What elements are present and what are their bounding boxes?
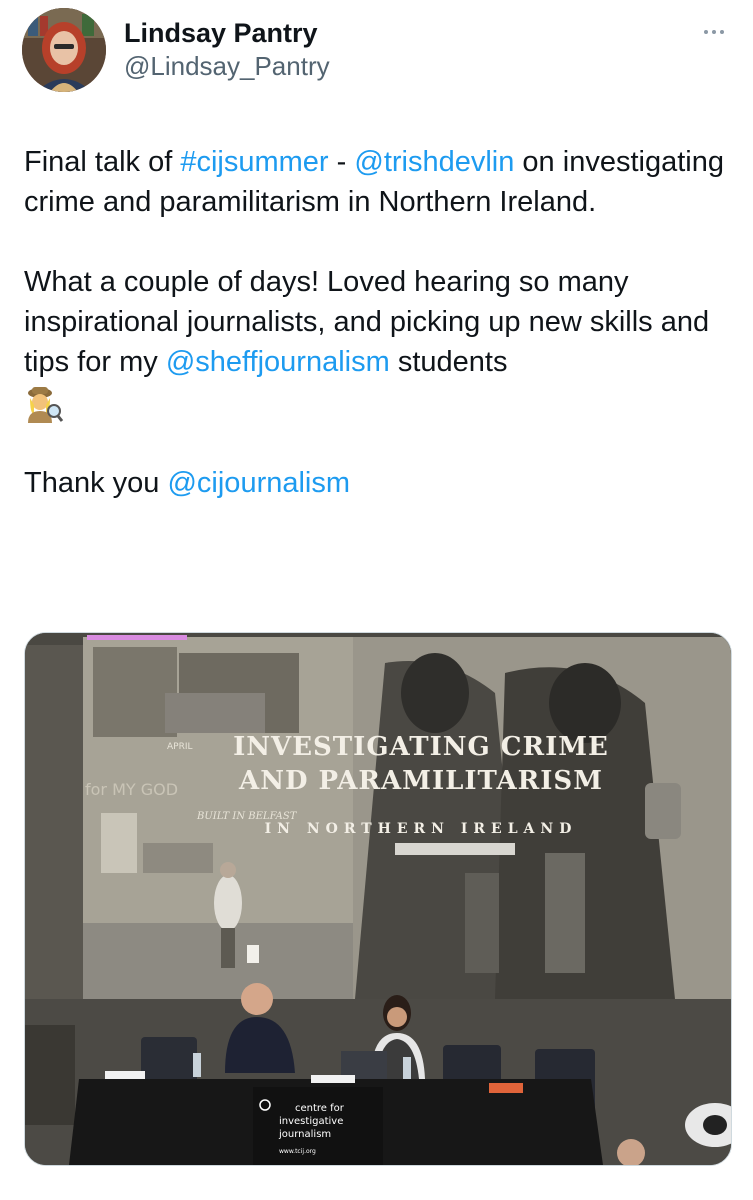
- banner-line-3: journalism: [278, 1129, 331, 1140]
- text-run: Final talk of: [24, 146, 181, 178]
- slide-title-line-1: INVESTIGATING CRIME: [233, 732, 609, 762]
- mention-link-trishdevlin[interactable]: @trishdevlin: [354, 146, 514, 178]
- avatar[interactable]: [22, 8, 106, 92]
- mention-link-cijournalism[interactable]: @cijournalism: [167, 467, 350, 499]
- avatar-image: [22, 8, 106, 92]
- text-run: students: [389, 346, 508, 378]
- banner-url: www.tcij.org: [279, 1148, 316, 1155]
- detective-emoji-icon: [24, 383, 64, 424]
- mural-text-april: APRIL: [167, 742, 193, 752]
- tweet-text: Final talk of #cijsummer - @trishdevlin …: [24, 142, 734, 503]
- author-display-name[interactable]: Lindsay Pantry: [124, 16, 330, 50]
- tweet-paragraph-2: What a couple of days! Loved hearing so …: [24, 262, 734, 424]
- cij-banner: centre for investigative journalism www.…: [253, 1087, 383, 1165]
- more-icon[interactable]: [696, 20, 732, 44]
- slide-subtitle: IN NORTHERN IRELAND: [265, 821, 578, 837]
- tweet-header: Lindsay Pantry @Lindsay_Pantry: [22, 8, 732, 94]
- tweet-photo[interactable]: INVESTIGATING CRIME AND PARAMILITARISM I…: [24, 632, 732, 1166]
- banner-line-2: investigative: [279, 1116, 343, 1127]
- text-run: -: [328, 146, 355, 178]
- mural-text-belfast: BUILT IN BELFAST: [196, 811, 298, 822]
- author-handle[interactable]: @Lindsay_Pantry: [124, 50, 330, 82]
- mural-text-god: for MY GOD: [85, 780, 178, 799]
- banner-line-1: centre for: [295, 1103, 345, 1114]
- tweet-paragraph-3: Thank you @cijournalism: [24, 463, 734, 503]
- text-run: Thank you: [24, 467, 168, 500]
- mention-link-sheffjournalism[interactable]: @sheffjournalism: [166, 346, 390, 378]
- hashtag-link[interactable]: #cijsummer: [180, 146, 328, 178]
- projected-slide: INVESTIGATING CRIME AND PARAMILITARISM I…: [83, 635, 731, 999]
- tweet-paragraph-1: Final talk of #cijsummer - @trishdevlin …: [24, 142, 734, 222]
- slide-title-line-2: AND PARAMILITARISM: [238, 766, 603, 796]
- photo-scene: INVESTIGATING CRIME AND PARAMILITARISM I…: [25, 633, 731, 1165]
